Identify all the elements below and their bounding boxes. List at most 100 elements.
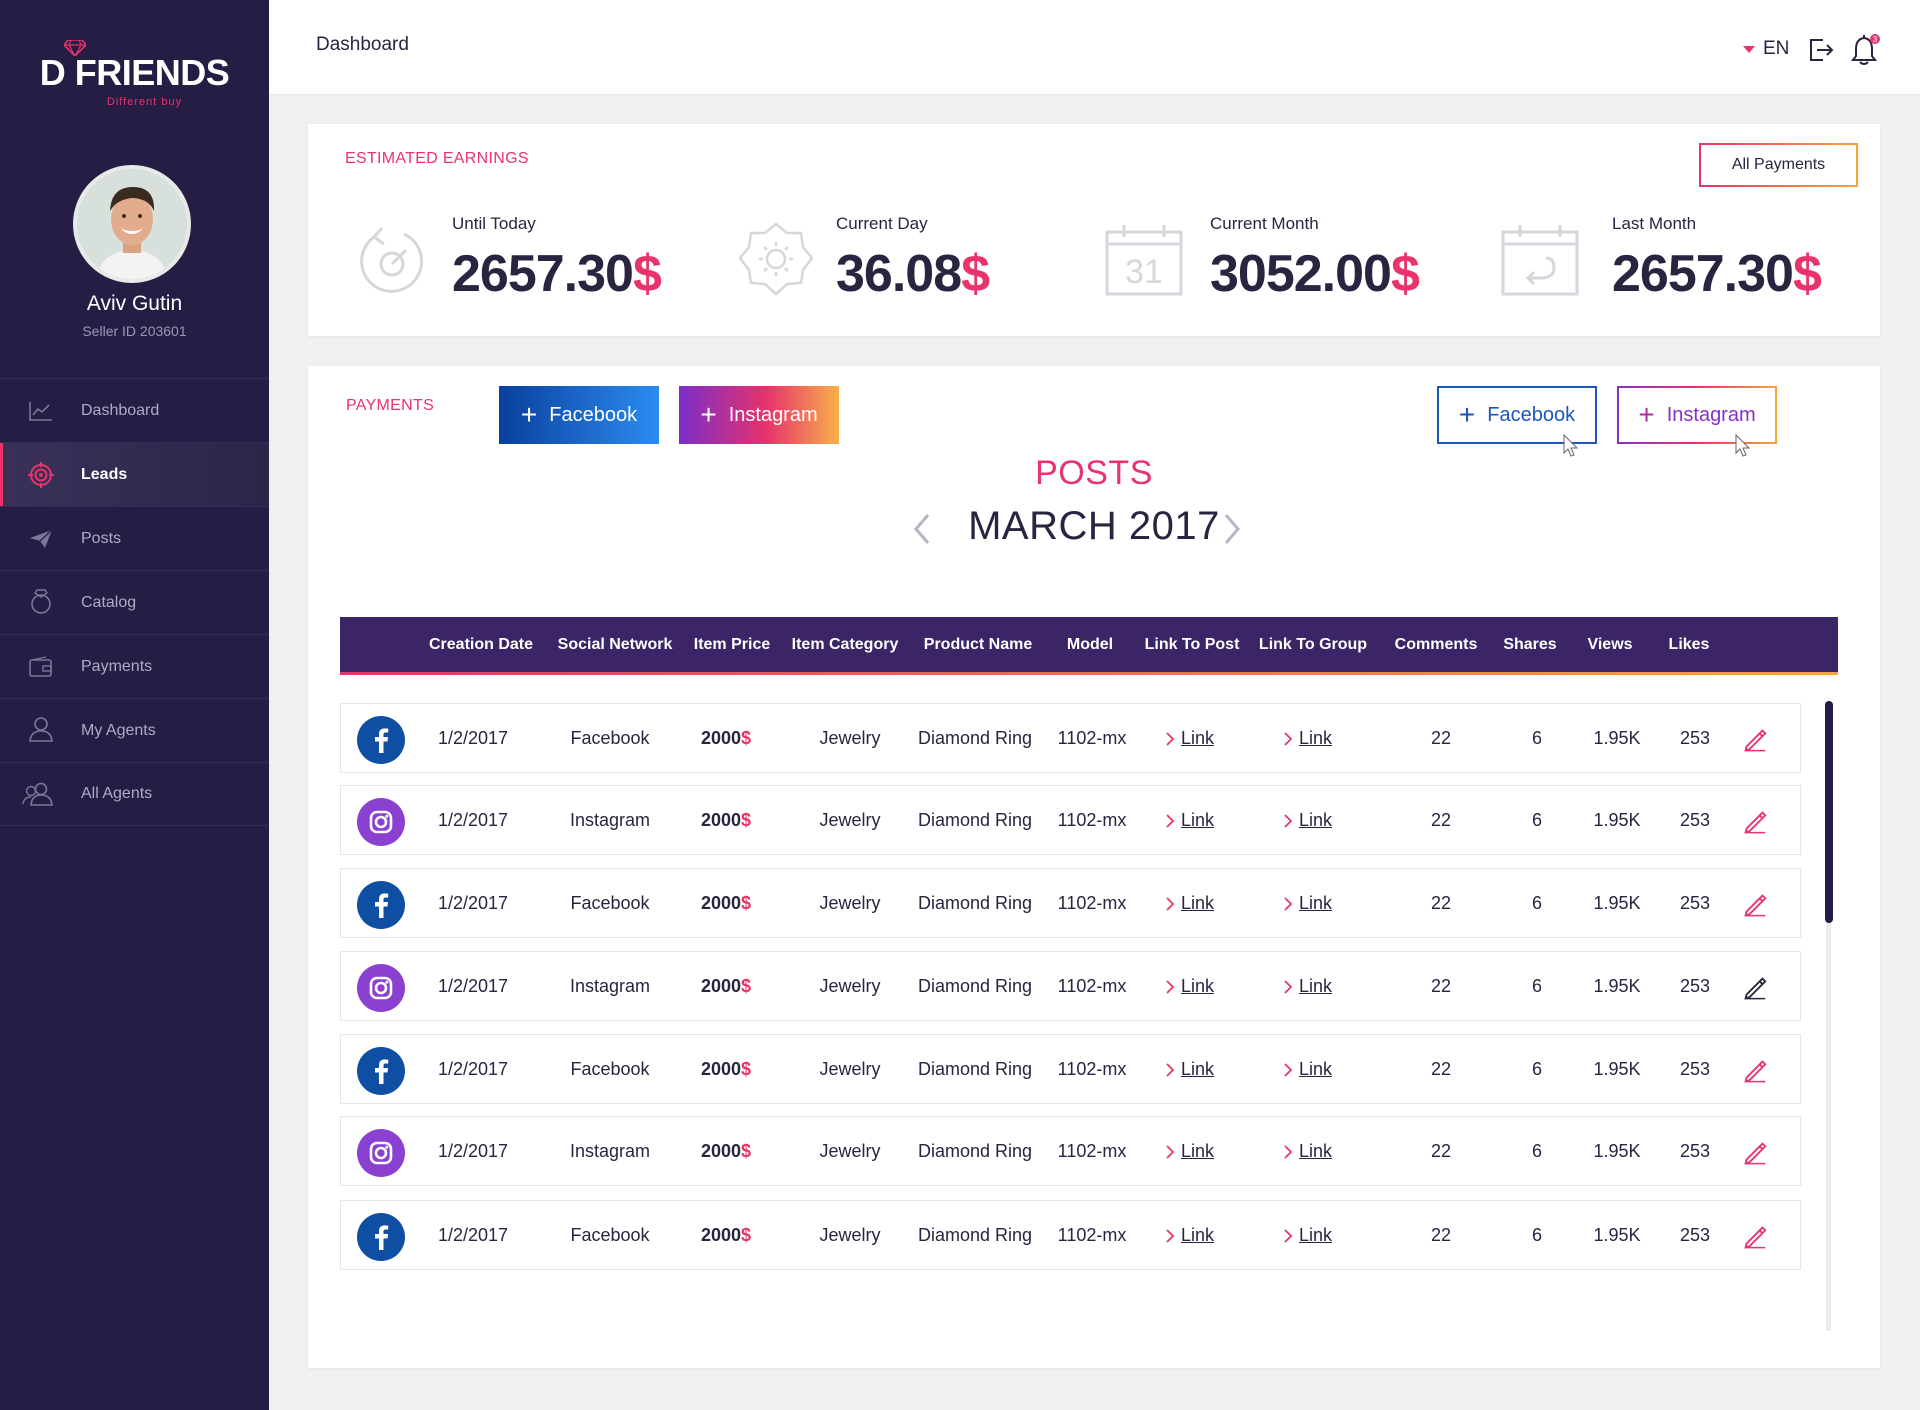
link-to-post[interactable]: Link bbox=[1165, 1059, 1214, 1080]
edit-pencil-icon[interactable] bbox=[1741, 807, 1769, 835]
sidebar-item-posts[interactable]: Posts bbox=[0, 506, 269, 570]
link-label[interactable]: Link bbox=[1181, 810, 1214, 831]
link-label[interactable]: Link bbox=[1181, 1141, 1214, 1162]
chevron-left-icon[interactable] bbox=[912, 512, 932, 546]
link-label[interactable]: Link bbox=[1299, 1059, 1332, 1080]
cell-date: 1/2/2017 bbox=[437, 728, 509, 748]
price-amount: 2000 bbox=[700, 1141, 742, 1161]
link-to-group[interactable]: Link bbox=[1283, 976, 1332, 997]
sidebar-item-label: Leads bbox=[81, 465, 128, 483]
edit-pencil-icon[interactable] bbox=[1741, 890, 1769, 918]
edit-pencil-icon[interactable] bbox=[1741, 1222, 1769, 1250]
cell-date: 1/2/2017 bbox=[437, 1225, 509, 1245]
button-label: Instagram bbox=[728, 403, 818, 426]
currency-symbol: $ bbox=[741, 1225, 752, 1245]
sidebar-item-label: All Agents bbox=[81, 785, 153, 802]
cell-network: Instagram bbox=[569, 1141, 651, 1161]
column-header[interactable]: Item Category bbox=[792, 636, 899, 654]
sidebar-item-label: My Agents bbox=[81, 721, 156, 739]
link-to-post[interactable]: Link bbox=[1165, 1225, 1214, 1246]
stat-until-today: Until Today 2657.30$ bbox=[354, 214, 662, 314]
link-to-post[interactable]: Link bbox=[1165, 976, 1214, 997]
table-row[interactable]: 1/2/2017 Instagram 2000$ Jewelry Diamond Rin… bbox=[340, 951, 1801, 1021]
language-label: EN bbox=[1763, 38, 1790, 59]
sidebar-item-my-agents[interactable]: My Agents bbox=[0, 698, 269, 762]
sidebar-item-catalog[interactable]: Catalog bbox=[0, 570, 269, 634]
add-instagram-button[interactable]: + Instagram bbox=[679, 386, 839, 444]
link-to-group[interactable]: Link bbox=[1283, 1225, 1332, 1246]
link-to-post[interactable]: Link bbox=[1165, 893, 1214, 914]
cell-views: 1.95K bbox=[1593, 1225, 1641, 1245]
link-to-post[interactable]: Link bbox=[1165, 728, 1214, 749]
bell-icon[interactable]: 3 bbox=[1849, 33, 1883, 67]
link-label[interactable]: Link bbox=[1181, 1059, 1214, 1080]
link-to-group[interactable]: Link bbox=[1283, 728, 1332, 749]
add-instagram-outline-button[interactable]: + Instagram bbox=[1617, 386, 1777, 444]
all-payments-button[interactable]: All Payments bbox=[1699, 143, 1858, 187]
edit-pencil-icon[interactable] bbox=[1741, 725, 1769, 753]
link-label[interactable]: Link bbox=[1299, 1225, 1332, 1246]
edit-pencil-icon[interactable] bbox=[1741, 973, 1769, 1001]
sidebar-item-payments[interactable]: Payments bbox=[0, 634, 269, 698]
caret-down-icon bbox=[1743, 45, 1755, 53]
link-label[interactable]: Link bbox=[1299, 1141, 1332, 1162]
instagram-icon bbox=[357, 1129, 405, 1177]
avatar[interactable] bbox=[73, 165, 191, 283]
sidebar-item-dashboard[interactable]: Dashboard bbox=[0, 378, 269, 442]
link-label[interactable]: Link bbox=[1299, 810, 1332, 831]
chevron-right-icon bbox=[1166, 1144, 1175, 1159]
column-header[interactable]: Model bbox=[1067, 636, 1113, 654]
link-label[interactable]: Link bbox=[1181, 976, 1214, 997]
column-header[interactable]: Link To Post bbox=[1145, 636, 1240, 654]
brand-logo[interactable]: D FRIENDS Different buy bbox=[0, 40, 269, 108]
link-to-group[interactable]: Link bbox=[1283, 810, 1332, 831]
column-header[interactable]: Link To Group bbox=[1259, 636, 1367, 654]
link-to-group[interactable]: Link bbox=[1283, 1141, 1332, 1162]
link-label[interactable]: Link bbox=[1299, 893, 1332, 914]
link-label[interactable]: Link bbox=[1181, 728, 1214, 749]
table-scrollbar[interactable] bbox=[1824, 701, 1833, 1331]
add-facebook-button[interactable]: + Facebook bbox=[499, 386, 659, 444]
table-row[interactable]: 1/2/2017 Instagram 2000$ Jewelry Diamond Rin… bbox=[340, 785, 1801, 855]
table-row[interactable]: 1/2/2017 Facebook 2000$ Jewelry Diamond Ring… bbox=[340, 868, 1801, 938]
logout-icon[interactable] bbox=[1807, 36, 1835, 64]
stat-current-month: 31 Current Month 3052.00$ bbox=[1104, 214, 1434, 314]
table-row[interactable]: 1/2/2017 Instagram 2000$ Jewelry Diamond Rin… bbox=[340, 1116, 1801, 1186]
column-header[interactable]: Social Network bbox=[558, 636, 673, 654]
edit-pencil-icon[interactable] bbox=[1741, 1138, 1769, 1166]
link-to-post[interactable]: Link bbox=[1165, 810, 1214, 831]
link-to-post[interactable]: Link bbox=[1165, 1141, 1214, 1162]
calendar-31-icon: 31 bbox=[1105, 225, 1183, 296]
cell-date: 1/2/2017 bbox=[437, 810, 509, 830]
column-header[interactable]: Likes bbox=[1669, 636, 1710, 654]
facebook-glyph bbox=[375, 728, 389, 753]
column-header[interactable]: Shares bbox=[1503, 636, 1556, 654]
link-label[interactable]: Link bbox=[1181, 893, 1214, 914]
currency-symbol: $ bbox=[741, 810, 752, 830]
column-header[interactable]: Views bbox=[1587, 636, 1632, 654]
currency-symbol: $ bbox=[632, 245, 662, 303]
sidebar-item-label: Posts bbox=[81, 529, 122, 547]
scrollbar-thumb[interactable] bbox=[1824, 701, 1833, 923]
column-header[interactable]: Creation Date bbox=[429, 636, 533, 654]
column-header[interactable]: Product Name bbox=[924, 636, 1032, 654]
column-header[interactable]: Comments bbox=[1395, 636, 1478, 654]
stat-label: Last Month bbox=[1612, 214, 1697, 233]
instagram-glyph bbox=[369, 810, 393, 834]
link-label[interactable]: Link bbox=[1299, 728, 1332, 749]
chevron-right-icon[interactable] bbox=[1222, 512, 1242, 546]
link-to-group[interactable]: Link bbox=[1283, 893, 1332, 914]
link-to-group[interactable]: Link bbox=[1283, 1059, 1332, 1080]
table-row[interactable]: 1/2/2017 Facebook 2000$ Jewelry Diamond Ring… bbox=[340, 703, 1801, 773]
table-row[interactable]: 1/2/2017 Facebook 2000$ Jewelry Diamond Ring… bbox=[340, 1200, 1801, 1270]
language-selector[interactable]: EN bbox=[1743, 38, 1789, 60]
link-label[interactable]: Link bbox=[1299, 976, 1332, 997]
sidebar-item-all-agents[interactable]: All Agents bbox=[0, 762, 269, 826]
edit-pencil-icon[interactable] bbox=[1741, 1056, 1769, 1084]
cell-likes: 253 bbox=[1679, 1225, 1711, 1245]
link-label[interactable]: Link bbox=[1181, 1225, 1214, 1246]
table-row[interactable]: 1/2/2017 Facebook 2000$ Jewelry Diamond Ring… bbox=[340, 1034, 1801, 1104]
stat-current-day: Current Day 36.08$ bbox=[738, 214, 1038, 314]
column-header[interactable]: Item Price bbox=[694, 636, 770, 654]
sidebar-item-leads[interactable]: Leads bbox=[0, 442, 269, 506]
